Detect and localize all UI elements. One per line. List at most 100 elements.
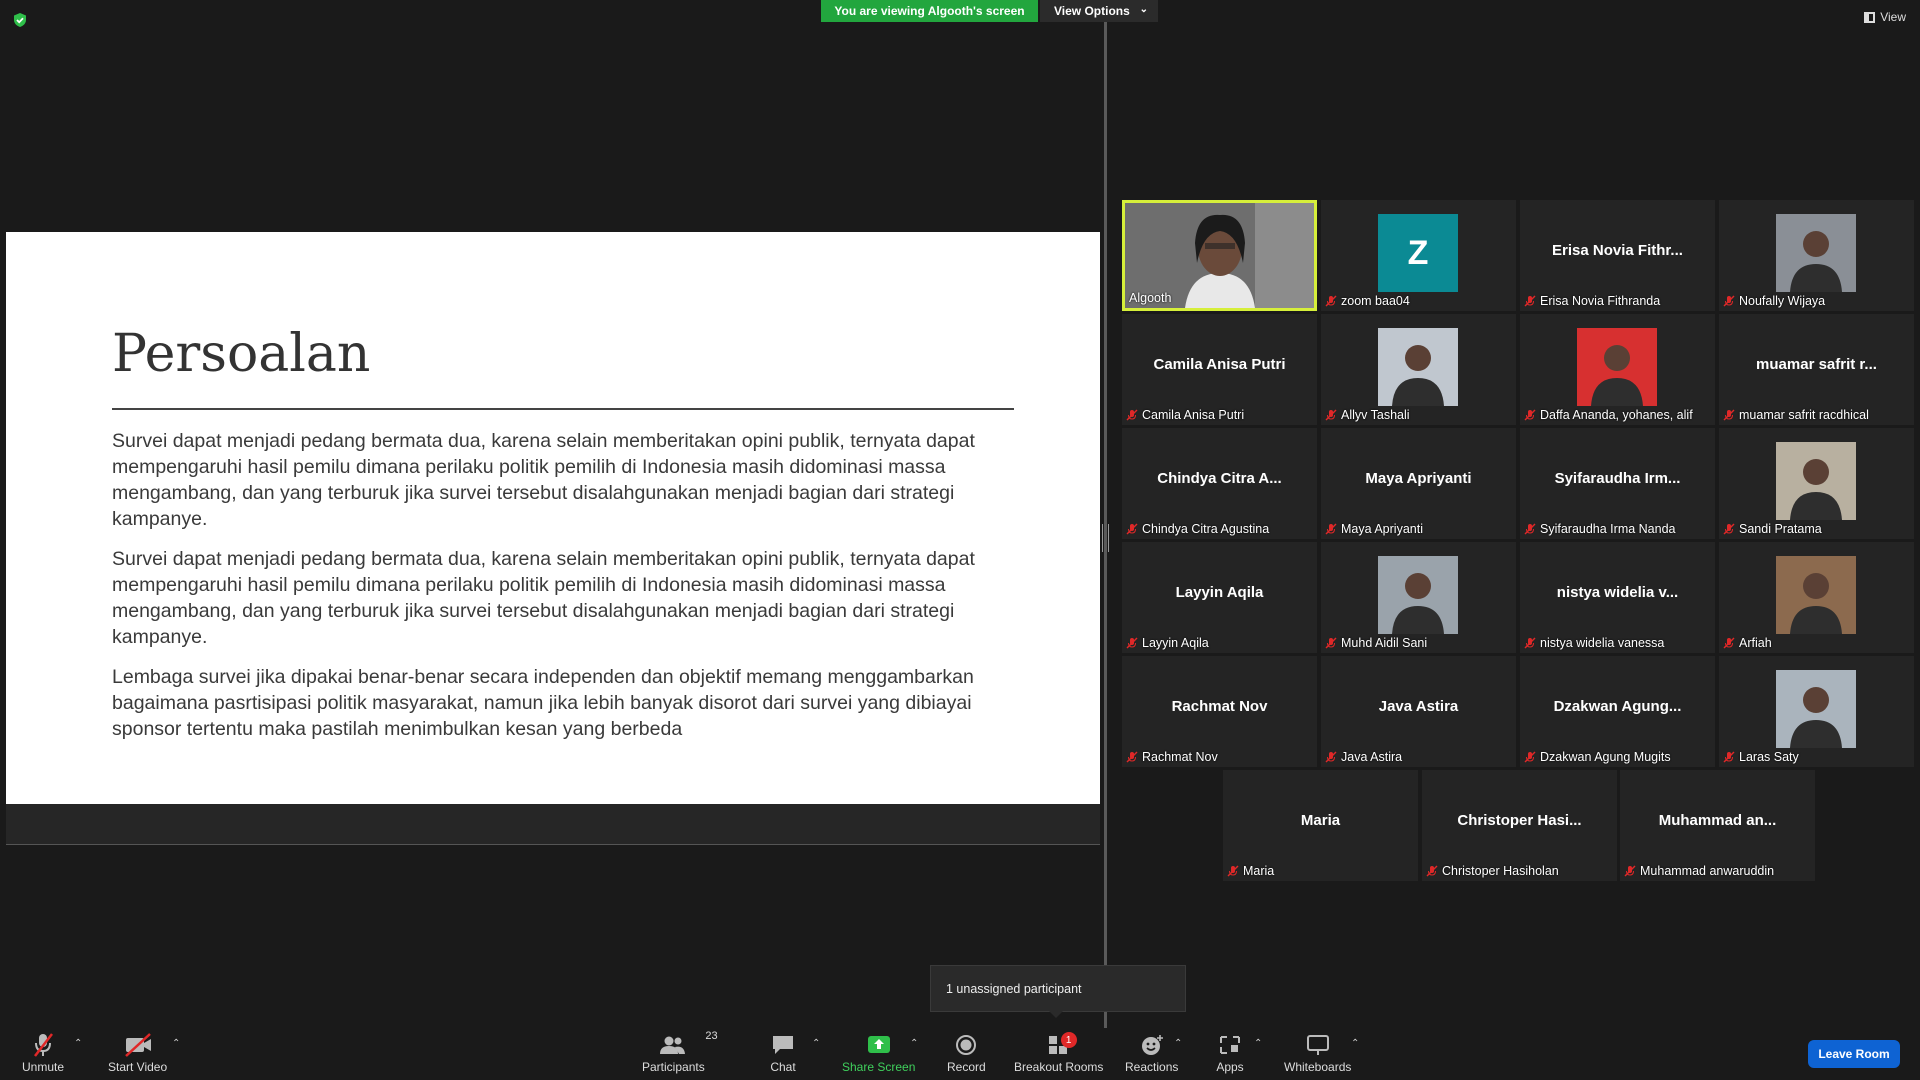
participant-tile[interactable]: Zzoom baa04 [1321, 200, 1516, 311]
participants-label: Participants [642, 1060, 705, 1074]
participant-name: Noufally Wijaya [1739, 294, 1826, 308]
participant-name: Erisa Novia Fithranda [1540, 294, 1661, 308]
participant-name-label: Maya Apriyanti [1325, 522, 1423, 536]
start-video-button[interactable]: Start Video [108, 1032, 167, 1078]
participant-tile[interactable]: Muhammad an... Muhammad anwaruddin [1620, 770, 1815, 881]
audio-options-caret-icon[interactable]: ⌃ [74, 1038, 82, 1049]
muted-mic-icon [1126, 637, 1138, 649]
participant-name: Algooth [1129, 291, 1172, 305]
participant-display-name: Christoper Hasi... [1457, 812, 1582, 829]
start-video-label: Start Video [108, 1060, 168, 1074]
participant-tile[interactable]: Muhd Aidil Sani [1321, 542, 1516, 653]
gallery-view-icon [1864, 11, 1876, 23]
breakout-rooms-button[interactable]: 1 Breakout Rooms [1014, 1032, 1103, 1078]
apps-caret-icon[interactable]: ⌃ [1254, 1038, 1262, 1049]
participant-display-name: Erisa Novia Fithr... [1552, 242, 1683, 259]
participant-tile[interactable]: Sandi Pratama [1719, 428, 1914, 539]
participant-name-label: nistya widelia vanessa [1524, 636, 1664, 650]
chat-button[interactable]: Chat [767, 1032, 799, 1078]
participant-name-label: Maria [1227, 864, 1274, 878]
participant-tile[interactable]: Christoper Hasi... Christoper Hasiholan [1422, 770, 1617, 881]
chat-options-caret-icon[interactable]: ⌃ [812, 1038, 820, 1049]
muted-mic-icon [1126, 751, 1138, 763]
participant-profile-photo [1378, 556, 1458, 634]
muted-mic-icon [1325, 295, 1337, 307]
participant-name-label: Chindya Citra Agustina [1126, 522, 1269, 536]
muted-mic-icon [1126, 409, 1138, 421]
share-screen-button[interactable]: Share Screen [842, 1032, 915, 1078]
divider-drag-handle[interactable] [1102, 524, 1109, 552]
participant-tile[interactable]: Dzakwan Agung... Dzakwan Agung Mugits [1520, 656, 1715, 767]
apps-icon [1220, 1036, 1240, 1054]
participant-display-name: Java Astira [1378, 698, 1459, 715]
participant-tile[interactable]: muamar safrit r... muamar safrit racdhica… [1719, 314, 1914, 425]
participant-tile[interactable]: Camila Anisa Putri Camila Anisa Putri [1122, 314, 1317, 425]
participant-name-label: Laras Saty [1723, 750, 1799, 764]
participant-name-label: Allyv Tashali [1325, 408, 1410, 422]
participant-tile[interactable]: nistya widelia v... nistya widelia vaness… [1520, 542, 1715, 653]
muted-mic-icon [1723, 637, 1735, 649]
participants-icon-wrap: 23 [657, 1030, 718, 1058]
participant-tile[interactable]: Chindya Citra A... Chindya Citra Agustina [1122, 428, 1317, 539]
view-layout-button[interactable]: View [1864, 10, 1906, 24]
participant-name-label: Rachmat Nov [1126, 750, 1218, 764]
participant-tile[interactable]: Allyv Tashali [1321, 314, 1516, 425]
participant-name-label: Syifaraudha Irma Nanda [1524, 522, 1676, 536]
breakout-icon-wrap: 1 [1043, 1032, 1077, 1058]
participant-name: Arfiah [1739, 636, 1772, 650]
participant-name-label: Christoper Hasiholan [1426, 864, 1559, 878]
participant-tile[interactable]: Maria Maria [1223, 770, 1418, 881]
participants-icon [660, 1036, 686, 1054]
participant-tile[interactable]: Maya Apriyanti Maya Apriyanti [1321, 428, 1516, 539]
leave-room-button[interactable]: Leave Room [1808, 1040, 1900, 1068]
participant-tile[interactable]: Erisa Novia Fithr... Erisa Novia Fithrand… [1520, 200, 1715, 311]
participant-tile[interactable]: Arfiah [1719, 542, 1914, 653]
muted-mic-icon [1524, 409, 1536, 421]
participant-tile[interactable]: Noufally Wijaya [1719, 200, 1914, 311]
chat-label: Chat [770, 1060, 796, 1074]
participant-tile[interactable]: Java Astira Java Astira [1321, 656, 1516, 767]
whiteboard-icon [1306, 1035, 1329, 1055]
muted-mic-icon [1723, 751, 1735, 763]
record-button[interactable]: Record [947, 1032, 986, 1078]
view-options-button[interactable]: View Options ⌄ [1040, 0, 1158, 22]
participant-tile[interactable]: Rachmat Nov Rachmat Nov [1122, 656, 1317, 767]
unmute-label: Unmute [22, 1060, 65, 1074]
participants-button[interactable]: 23 Participants [642, 1030, 718, 1078]
participant-name-label: Dzakwan Agung Mugits [1524, 750, 1671, 764]
participant-profile-photo [1577, 328, 1657, 406]
participant-display-name: Rachmat Nov [1171, 698, 1268, 715]
muted-mic-icon [1624, 865, 1636, 877]
share-screen-icon [867, 1036, 890, 1053]
participant-name-label: zoom baa04 [1325, 294, 1410, 308]
participant-tile[interactable]: Daffa Ananda, yohanes, alif [1520, 314, 1715, 425]
participant-display-name: Syifaraudha Irm... [1554, 470, 1681, 487]
participant-tile[interactable]: Algooth [1122, 200, 1317, 311]
video-options-caret-icon[interactable]: ⌃ [172, 1038, 180, 1049]
participant-name: Dzakwan Agung Mugits [1540, 750, 1671, 764]
apps-button[interactable]: Apps [1214, 1032, 1246, 1078]
slide-paragraph: Survei dapat menjadi pedang bermata dua,… [112, 548, 975, 648]
whiteboards-button[interactable]: Whiteboards [1284, 1032, 1351, 1078]
slide-title: Persoalan [112, 324, 371, 384]
participant-name: Camila Anisa Putri [1142, 408, 1245, 422]
share-options-caret-icon[interactable]: ⌃ [910, 1038, 918, 1049]
muted-mic-icon [1325, 637, 1337, 649]
participant-tile[interactable]: Laras Saty [1719, 656, 1914, 767]
participant-name: Chindya Citra Agustina [1142, 522, 1270, 536]
participant-profile-photo [1776, 442, 1856, 520]
participant-display-name: nistya widelia v... [1556, 584, 1679, 601]
participant-name-label: Muhd Aidil Sani [1325, 636, 1427, 650]
participant-tile[interactable]: Layyin Aqila Layyin Aqila [1122, 542, 1317, 653]
microphone-muted-icon [34, 1033, 54, 1057]
participant-tile[interactable]: Syifaraudha Irm... Syifaraudha Irma Nanda [1520, 428, 1715, 539]
muted-mic-icon [1325, 409, 1337, 421]
whiteboards-caret-icon[interactable]: ⌃ [1351, 1038, 1359, 1049]
reactions-caret-icon[interactable]: ⌃ [1174, 1038, 1182, 1049]
whiteboards-label: Whiteboards [1284, 1060, 1352, 1074]
unmute-button[interactable]: Unmute [22, 1032, 64, 1078]
participant-name-label: Noufally Wijaya [1723, 294, 1825, 308]
presentation-slide: Persoalan Survei dapat menjadi pedang be… [6, 232, 1100, 804]
chat-icon [773, 1036, 793, 1054]
reactions-button[interactable]: Reactions [1125, 1032, 1178, 1078]
